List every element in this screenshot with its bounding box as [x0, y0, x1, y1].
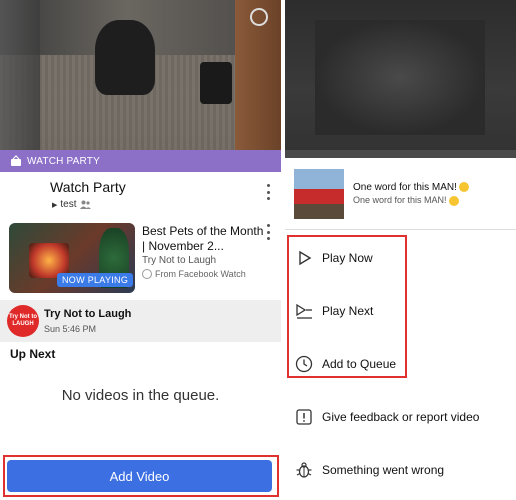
- up-next-heading: Up Next: [10, 347, 56, 361]
- menu-play-next[interactable]: Play Next: [285, 296, 516, 326]
- video-title-secondary: One word for this MAN!: [353, 195, 459, 206]
- menu-label: Add to Queue: [322, 357, 397, 371]
- menu-something-wrong[interactable]: Something went wrong: [285, 455, 516, 485]
- header-more-options-icon[interactable]: [265, 184, 271, 200]
- sheet-separator: [285, 150, 516, 158]
- dimmed-video-player: [285, 0, 516, 150]
- astonished-emoji-icon: [458, 182, 469, 193]
- dimmed-video-content: [315, 20, 485, 135]
- facebook-watch-icon: [142, 269, 152, 279]
- add-video-button[interactable]: Add Video: [7, 460, 272, 492]
- menu-label: Play Next: [322, 304, 374, 318]
- watch-party-icon: [11, 155, 21, 166]
- menu-give-feedback[interactable]: Give feedback or report video: [285, 402, 516, 432]
- try-not-to-laugh-logo: Try Not to LAUGH: [7, 305, 39, 337]
- watch-party-label: WATCH PARTY: [27, 155, 100, 167]
- video-player[interactable]: [0, 0, 281, 150]
- video-thumbnail: [294, 169, 344, 219]
- menu-add-to-queue[interactable]: Add to Queue: [285, 349, 516, 379]
- right-panel: One word for this MAN! One word for this…: [285, 0, 516, 500]
- source-label: From Facebook Watch: [155, 269, 246, 279]
- now-playing-badge: NOW PLAYING: [57, 273, 134, 287]
- video-title-primary: One word for this MAN!: [353, 182, 469, 193]
- play-next-icon: [296, 303, 312, 319]
- session-row[interactable]: Try Not to LAUGH Try Not to Laugh Sun 5:…: [0, 300, 281, 342]
- video-scene-dog: [95, 20, 155, 95]
- bug-icon: [296, 462, 312, 478]
- session-time: Sun 5:46 PM: [44, 324, 97, 334]
- video-scene-bag: [200, 62, 232, 104]
- now-playing-item[interactable]: NOW PLAYING Best Pets of the Month | Nov…: [0, 220, 281, 300]
- clock-icon: [295, 355, 313, 373]
- menu-label: Give feedback or report video: [322, 410, 480, 424]
- watch-party-bar: WATCH PARTY: [0, 150, 281, 172]
- group-name: test: [60, 199, 77, 210]
- video-watermark-icon: [250, 8, 268, 26]
- play-icon: [299, 250, 312, 266]
- video-scene-chair: [0, 0, 40, 150]
- menu-label: Play Now: [322, 251, 373, 265]
- empty-queue-message: No videos in the queue.: [61, 387, 220, 404]
- watch-party-subtitle[interactable]: ▶ test: [52, 199, 91, 210]
- caret-right-icon: ▶: [52, 201, 58, 209]
- video-options-header: One word for this MAN! One word for this…: [285, 158, 516, 230]
- watch-party-header: Watch Party ▶ test: [0, 172, 281, 220]
- report-icon: [296, 409, 312, 425]
- astonished-emoji-icon: [448, 195, 459, 206]
- menu-play-now[interactable]: Play Now: [285, 243, 516, 273]
- menu-label: Something went wrong: [322, 463, 445, 477]
- now-playing-title: Best Pets of the Month | November 2...: [142, 224, 264, 253]
- item-more-options-icon[interactable]: [265, 224, 271, 240]
- now-playing-channel: Try Not to Laugh: [142, 255, 217, 266]
- session-title: Try Not to Laugh: [44, 308, 132, 320]
- watch-party-title: Watch Party: [50, 179, 126, 195]
- friends-icon: [79, 200, 91, 209]
- now-playing-source: From Facebook Watch: [142, 269, 246, 279]
- left-panel: WATCH PARTY Watch Party ▶ test NOW PLAYI…: [0, 0, 281, 500]
